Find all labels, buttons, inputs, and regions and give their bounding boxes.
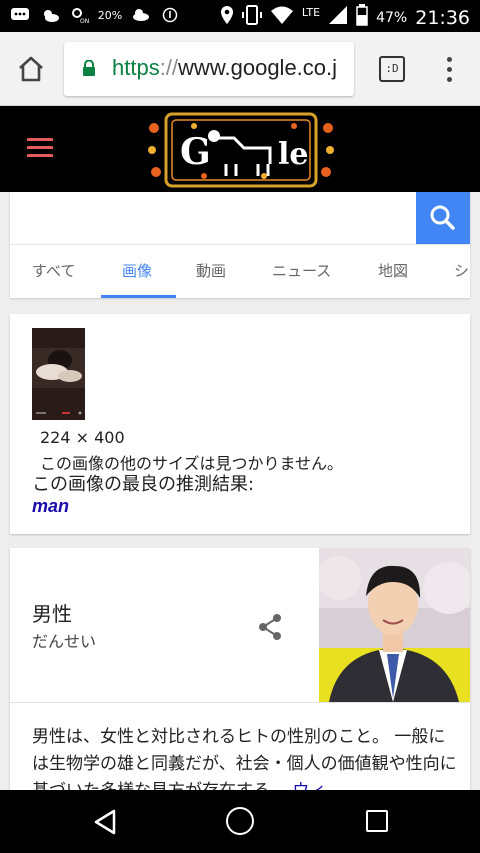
- message-icon: [10, 6, 30, 24]
- network-type: LTE: [301, 6, 321, 19]
- tab-more[interactable]: シ: [454, 245, 469, 298]
- knowledge-panel-reading: だんせい: [32, 632, 97, 651]
- knowledge-panel: 男性 だんせい 男性は、女性と対比されるヒトの性別のこと。 一般には生物学の雄と…: [10, 548, 470, 808]
- best-guess-label: この画像の最良の推測結果:: [32, 474, 255, 495]
- overflow-menu-icon[interactable]: [440, 54, 458, 86]
- nfc-icon: ON: [70, 6, 90, 24]
- wifi-icon: [270, 5, 294, 30]
- svg-text:ON: ON: [80, 18, 89, 24]
- data-speed: 20%: [97, 8, 123, 22]
- recent-apps-icon[interactable]: [366, 810, 388, 832]
- active-tab-indicator: [101, 295, 176, 298]
- knowledge-panel-title: 男性: [32, 602, 72, 626]
- search-tabs: すべて 画像 動画 ニュース 地図 シ: [10, 244, 470, 298]
- weather-icon-2: [130, 6, 150, 24]
- svg-text:le: le: [278, 137, 308, 172]
- vibrate-icon: [241, 4, 262, 31]
- home-icon[interactable]: [16, 54, 46, 84]
- url-scheme: https: [112, 55, 160, 80]
- tab-images[interactable]: 画像: [122, 245, 152, 298]
- svg-text:G: G: [180, 131, 211, 173]
- knowledge-panel-photo[interactable]: [317, 548, 470, 702]
- search-icon: [430, 205, 455, 230]
- battery-icon: [356, 4, 368, 31]
- status-icons-right: LTE 47% 21:36: [220, 4, 470, 31]
- tab-videos[interactable]: 動画: [196, 245, 226, 298]
- home-button-icon[interactable]: [226, 807, 254, 835]
- location-icon: [220, 5, 234, 30]
- tab-switcher-button[interactable]: :D: [379, 56, 405, 82]
- lock-icon: [82, 59, 96, 76]
- info-icon: [160, 6, 180, 24]
- signal-icon: [328, 5, 348, 30]
- tab-all[interactable]: すべて: [32, 245, 75, 298]
- back-icon[interactable]: [92, 808, 118, 840]
- url-text[interactable]: https://www.google.co.j: [112, 55, 337, 81]
- best-guess-link[interactable]: man: [32, 496, 69, 517]
- status-bar: ON 20% LTE 47% 21:36: [0, 0, 480, 32]
- tab-news[interactable]: ニュース: [272, 245, 331, 298]
- search-button[interactable]: [416, 192, 470, 244]
- image-info-card: 224 × 400 この画像の他のサイズは見つかりません。 この画像の最良の推測…: [10, 314, 470, 534]
- weather-icon: [40, 6, 60, 24]
- image-dimensions: 224 × 400: [40, 428, 125, 447]
- address-bar[interactable]: https://www.google.co.j: [64, 42, 354, 96]
- share-icon[interactable]: [256, 612, 284, 642]
- browser-toolbar: https://www.google.co.j :D: [0, 32, 480, 106]
- google-header: G le: [0, 106, 480, 192]
- battery-percent: 47%: [376, 9, 408, 26]
- url-host: www.google.co.j: [178, 55, 338, 80]
- android-navigation-bar: [0, 790, 480, 853]
- clock: 21:36: [415, 6, 470, 29]
- search-bar: [10, 192, 470, 244]
- hamburger-menu-icon[interactable]: [27, 138, 53, 158]
- search-input[interactable]: [10, 192, 416, 244]
- query-image-thumbnail[interactable]: [32, 328, 85, 420]
- status-icons-left: ON 20%: [10, 6, 180, 24]
- tab-maps[interactable]: 地図: [378, 245, 408, 298]
- divider: [10, 702, 470, 703]
- google-doodle-logo[interactable]: G le: [144, 108, 338, 192]
- url-separator: ://: [159, 55, 179, 80]
